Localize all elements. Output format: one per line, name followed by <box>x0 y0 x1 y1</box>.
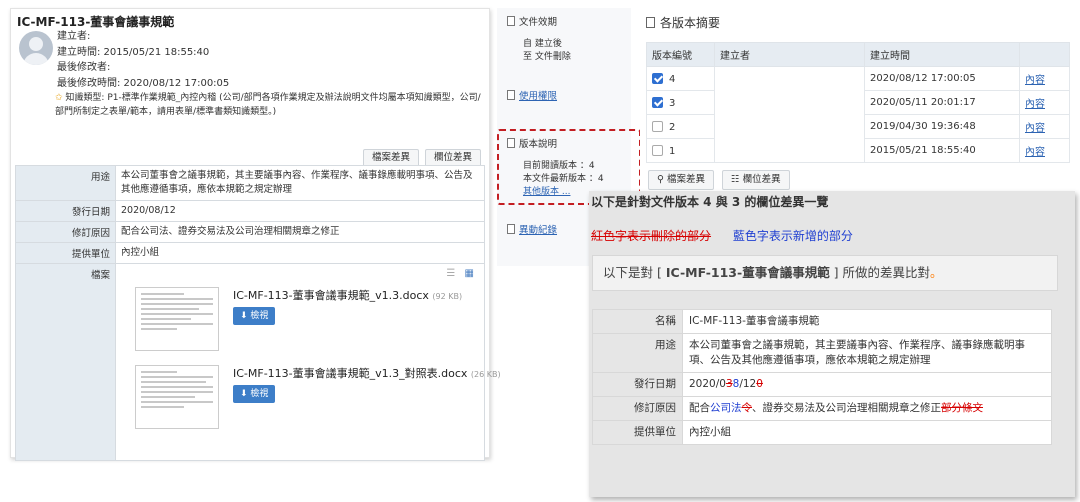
version-table: 版本編號 建立者 建立時間 4 2020/08/12 17:00:05 內容 3… <box>646 42 1070 163</box>
revision-reason-label: 修訂原因 <box>15 221 116 243</box>
legend-added: 藍色字表示新增的部分 <box>732 229 853 243</box>
diff-date-value: 2020/038/120 <box>682 372 1052 397</box>
document-icon <box>507 90 515 100</box>
avatar <box>19 31 53 65</box>
list-icon: ☷ <box>731 174 740 185</box>
issue-date-value: 2020/08/12 <box>115 200 485 222</box>
created-time: 建立時間: 2015/05/21 18:55:40 <box>57 46 210 58</box>
document-meta: 建立者: 建立時間: 2015/05/21 18:55:40 最後修改者: 最後… <box>57 29 229 91</box>
file-thumbnail[interactable] <box>135 365 219 429</box>
view-file-button[interactable]: ⬇ 檢視 <box>233 307 276 325</box>
list-view-icon[interactable]: ☰ <box>446 268 458 279</box>
column-header <box>1019 42 1070 67</box>
version-file-diff-button[interactable]: ⚲ 檔案差異 <box>648 170 715 190</box>
provider-unit-label: 提供單位 <box>15 242 116 264</box>
diff-name-label: 名稱 <box>592 309 683 334</box>
content-link[interactable]: 內容 <box>1025 147 1045 158</box>
diff-purpose-value: 本公司董事會之議事規範，其主要議事內容、作業程序、議事錄應載明事項、公告及其他應… <box>682 333 1052 373</box>
diff-reason-value: 配合公司法令、證券交易法及公司治理相關規章之修正部分條文 <box>682 396 1052 421</box>
column-header: 版本編號 <box>646 42 715 67</box>
provider-unit-value: 內控小組 <box>115 242 485 264</box>
creator-label: 建立者: <box>57 31 91 42</box>
document-info-panel: IC-MF-113-董事會議事規範 建立者: 建立時間: 2015/05/21 … <box>10 8 501 461</box>
document-icon <box>507 224 515 234</box>
file-name: IC-MF-113-董事會議事規範_v1.3_對照表.docx (26 KB) <box>233 367 501 380</box>
diff-banner: 以下是對 [ IC-MF-113-董事會議事規範 ] 所做的差異比對。 <box>592 255 1058 291</box>
column-header: 建立者 <box>714 42 865 67</box>
diff-name-value: IC-MF-113-董事會議事規範 <box>682 309 1052 334</box>
document-icon <box>646 17 655 28</box>
permission-link[interactable]: 使用權限 <box>507 88 557 102</box>
diff-table: 名稱 IC-MF-113-董事會議事規範 用途 本公司董事會之議事規範，其主要議… <box>592 309 1052 445</box>
view-file-button[interactable]: ⬇ 檢視 <box>233 385 276 403</box>
validity-title: 文件效期 <box>507 14 571 28</box>
document-icon <box>507 16 515 26</box>
version-field-diff-button[interactable]: ☷ 欄位差異 <box>722 170 790 190</box>
diff-legend: 紅色字表示刪除的部分 藍色字表示新增的部分 <box>591 227 853 244</box>
field-diff-panel: 以下是針對文件版本 4 與 3 的欄位差異一覽 紅色字表示刪除的部分 藍色字表示… <box>589 191 1075 497</box>
table-row: 4 2020/08/12 17:00:05 內容 <box>646 66 1070 163</box>
document-fields-table: 用途 本公司董事會之議事規範，其主要議事內容、作業程序、議事錄應載明事項、公告及… <box>15 165 501 461</box>
issue-date-label: 發行日期 <box>15 200 116 222</box>
diff-purpose-label: 用途 <box>592 333 683 373</box>
content-link[interactable]: 內容 <box>1025 75 1045 86</box>
diff-date-label: 發行日期 <box>592 372 683 397</box>
legend-deleted: 紅色字表示刪除的部分 <box>591 229 712 243</box>
version-checkbox[interactable] <box>652 144 663 156</box>
modified-time: 最後修改時間: 2020/08/12 17:00:05 <box>57 77 230 89</box>
file-thumbnail[interactable] <box>135 287 219 351</box>
file-item: IC-MF-113-董事會議事規範_v1.3.docx (92 KB) ⬇ 檢視 <box>135 287 475 361</box>
content-link[interactable]: 內容 <box>1025 99 1045 110</box>
knowledge-type-text: 知識類型: P1-標準作業規範_內控內稽 (公司/部門各項作業規定及辦法說明文件… <box>55 93 481 117</box>
diff-reason-label: 修訂原因 <box>592 396 683 421</box>
diff-heading: 以下是針對文件版本 4 與 3 的欄位差異一覽 <box>591 195 829 209</box>
column-header: 建立時間 <box>864 42 1020 67</box>
version-summary-title: 各版本摘要 <box>646 14 720 31</box>
content-link[interactable]: 內容 <box>1025 123 1045 134</box>
version-summary-panel: 各版本摘要 版本編號 建立者 建立時間 4 2020/08/12 17:00:0… <box>640 8 1075 194</box>
validity-from: 自 建立後 <box>523 39 562 49</box>
diff-unit-label: 提供單位 <box>592 420 683 445</box>
version-checkbox[interactable] <box>652 96 663 108</box>
knowledge-type: ✩ 知識類型: P1-標準作業規範_內控內稽 (公司/部門各項作業規定及辦法說明… <box>55 91 485 119</box>
version-checkbox[interactable] <box>652 72 663 84</box>
files-label: 檔案 <box>15 263 116 461</box>
file-item: IC-MF-113-董事會議事規範_v1.3_對照表.docx (26 KB) … <box>135 365 501 439</box>
purpose-value: 本公司董事會之議事規範，其主要議事內容、作業程序、議事錄應載明事項、公告及其他應… <box>115 165 485 201</box>
diff-unit-value: 內控小組 <box>682 420 1052 445</box>
page-title: IC-MF-113-董事會議事規範 <box>17 15 175 29</box>
modifier-label: 最後修改者: <box>57 62 111 73</box>
star-icon: ✩ <box>55 93 63 103</box>
purpose-label: 用途 <box>15 165 116 201</box>
paperclip-icon: ⚲ <box>657 174 664 185</box>
version-checkbox[interactable] <box>652 120 663 132</box>
file-name: IC-MF-113-董事會議事規範_v1.3.docx (92 KB) <box>233 289 463 302</box>
grid-view-icon[interactable]: ▦ <box>465 268 477 279</box>
validity-to: 至 文件刪除 <box>523 52 571 62</box>
revision-reason-value: 配合公司法、證券交易法及公司治理相關規章之修正 <box>115 221 485 243</box>
history-link[interactable]: 異動紀錄 <box>507 222 557 236</box>
